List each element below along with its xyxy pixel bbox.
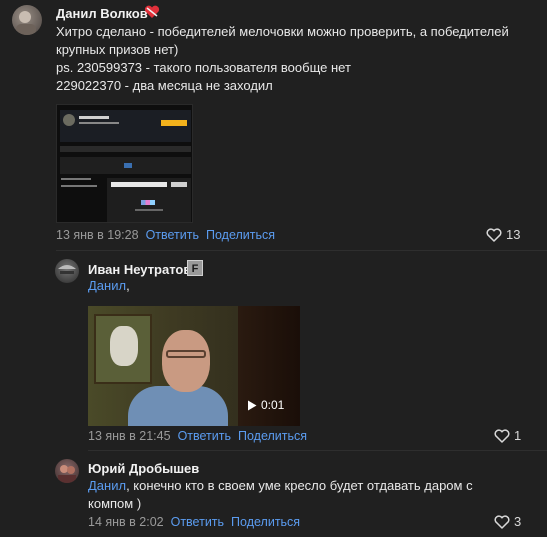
- avatar[interactable]: [12, 5, 42, 35]
- avatar[interactable]: [55, 459, 79, 483]
- comment-1: Данил Волков Хитро сделано - победителей…: [0, 0, 547, 250]
- attached-image[interactable]: [56, 104, 193, 223]
- video-person-body: [128, 386, 228, 426]
- video-duration: 0:01: [247, 398, 284, 412]
- comment-line: крупных призов нет): [56, 42, 179, 57]
- comment-text: Данил,: [88, 277, 130, 295]
- comment-text-suffix: ,: [126, 278, 130, 293]
- comment-text: Данил, конечно кто в своем уме кресло бу…: [88, 477, 538, 513]
- image-search-bar: [111, 182, 167, 187]
- like-count: 13: [506, 227, 521, 242]
- image-icons: [141, 200, 155, 205]
- share-button[interactable]: Поделиться: [206, 228, 275, 242]
- comment-line: ps. 230599373 - такого пользователя вооб…: [56, 60, 351, 75]
- heart-icon: [494, 428, 510, 443]
- image-avatar: [63, 114, 75, 126]
- comment-meta: 14 янв в 2:02 Ответить Поделиться: [88, 515, 300, 529]
- mention-link[interactable]: Данил: [88, 278, 126, 293]
- comment-text: Хитро сделано - победителей мелочовки мо…: [56, 23, 536, 95]
- share-button[interactable]: Поделиться: [231, 515, 300, 529]
- heart-icon: [494, 514, 510, 529]
- image-text-line: [135, 209, 163, 211]
- image-tab-bar: [60, 146, 191, 152]
- comment-timestamp[interactable]: 14 янв в 2:02: [88, 515, 164, 529]
- comment-author[interactable]: Иван Неутратов: [88, 262, 191, 277]
- video-person-head: [162, 330, 210, 392]
- comment-author[interactable]: Данил Волков: [56, 6, 148, 21]
- image-yellow-button: [161, 120, 187, 126]
- like-count: 1: [514, 428, 522, 443]
- like-button[interactable]: 1: [494, 428, 521, 443]
- video-thumbnail[interactable]: 0:01: [88, 306, 300, 426]
- comment-meta: 13 янв в 21:45 Ответить Поделиться: [88, 429, 307, 443]
- image-header-banner: [60, 110, 191, 142]
- mention-link[interactable]: Данил: [88, 478, 126, 493]
- comment-author[interactable]: Юрий Дробышев: [88, 461, 199, 476]
- f-badge-icon: F: [187, 260, 203, 276]
- video-duration-label: 0:01: [261, 398, 285, 412]
- heart-icon: [486, 227, 502, 242]
- like-button[interactable]: 3: [494, 514, 521, 529]
- comment-3: Юрий Дробышев Данил, конечно кто в своем…: [0, 450, 547, 537]
- image-search-button: [171, 182, 187, 187]
- comment-text-suffix: , конечно кто в своем уме кресло будет о…: [126, 478, 473, 493]
- comment-2: Иван Неутратов F Данил, 0:01 13 янв в 21…: [0, 250, 547, 450]
- like-count: 3: [514, 514, 522, 529]
- image-panel-badge: [124, 163, 132, 168]
- image-name-block: [79, 116, 109, 119]
- image-sidebar-text: [61, 178, 91, 180]
- comment-timestamp[interactable]: 13 янв в 21:45: [88, 429, 171, 443]
- comment-timestamp[interactable]: 13 янв в 19:28: [56, 228, 139, 242]
- avatar[interactable]: [55, 259, 79, 283]
- reply-button[interactable]: Ответить: [171, 515, 224, 529]
- comment-line: Данил, конечно кто в своем уме кресло бу…: [88, 477, 538, 495]
- video-person-glasses: [166, 350, 206, 358]
- share-button[interactable]: Поделиться: [238, 429, 307, 443]
- play-icon: [248, 400, 257, 410]
- comment-line: Хитро сделано - победителей мелочовки мо…: [56, 24, 509, 39]
- comment-meta: 13 янв в 19:28 Ответить Поделиться: [56, 228, 275, 242]
- reply-button[interactable]: Ответить: [146, 228, 199, 242]
- comment-line: компом ): [88, 496, 142, 511]
- like-button[interactable]: 13: [486, 227, 520, 242]
- reply-button[interactable]: Ответить: [178, 429, 231, 443]
- image-sidebar-text: [61, 185, 97, 187]
- image-name-block: [79, 122, 119, 124]
- video-painting-subject: [110, 326, 138, 366]
- heart-emoji-icon: [144, 5, 160, 19]
- comment-line: 229022370 - два месяца не заходил: [56, 78, 273, 93]
